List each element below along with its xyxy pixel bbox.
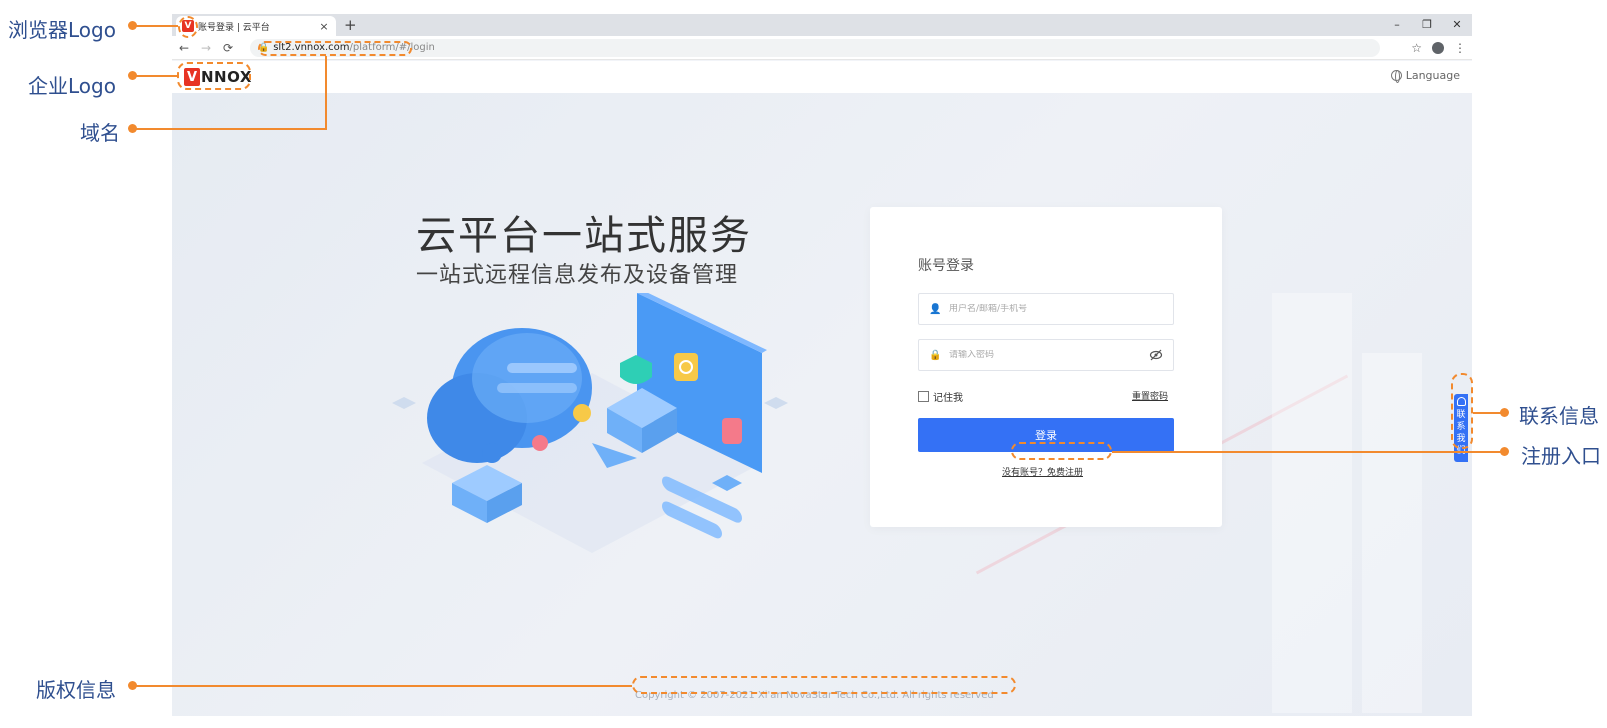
annotation-register-entry: 注册入口 — [1521, 444, 1601, 468]
username-field[interactable]: 👤 — [918, 293, 1174, 325]
copyright-highlight — [632, 676, 1016, 694]
user-icon: 👤 — [929, 303, 942, 315]
login-card: 账号登录 👤 🔒 记住我 — [870, 207, 1222, 527]
annotation-connector — [133, 25, 178, 27]
company-logo-highlight — [177, 62, 251, 90]
toolbar-actions: ☆ ⋮ — [1411, 36, 1466, 60]
thermometer-tile — [722, 418, 742, 444]
diamond-decoration — [392, 397, 416, 409]
annotated-screenshot: V 账号登录 | 云平台 × + – ❐ ✕ ← → ⟳ 🔒 slt2.vnno… — [0, 0, 1607, 728]
browser-tab[interactable]: V 账号登录 | 云平台 × — [176, 16, 336, 36]
remember-checkbox[interactable] — [918, 391, 929, 402]
settings-tile — [674, 353, 698, 381]
annotation-connector — [133, 685, 632, 687]
decorative-block — [1362, 353, 1422, 713]
tab-bar: V 账号登录 | 云平台 × + – ❐ ✕ — [172, 14, 1472, 36]
contact-highlight — [1451, 373, 1473, 449]
annotation-copyright-info: 版权信息 — [36, 678, 116, 702]
login-page-body: 云平台一站式服务 一站式远程信息发布及设备管理 账号登录 👤 用户名/邮箱/手机… — [172, 93, 1472, 716]
password-input[interactable] — [949, 350, 1173, 360]
annotation-contact-info: 联系信息 — [1519, 404, 1599, 428]
tab-title: 账号登录 | 云平台 — [198, 22, 270, 33]
domain-highlight — [258, 41, 412, 56]
lock-icon: 🔒 — [929, 349, 942, 361]
login-title: 账号登录 — [918, 258, 974, 274]
decorative-block — [1272, 293, 1352, 713]
annotation-connector — [1112, 451, 1503, 453]
annotation-connector — [1473, 412, 1503, 414]
cloud-bar — [507, 363, 577, 373]
remember-label: 记住我 — [933, 393, 963, 404]
annotation-connector — [133, 128, 327, 130]
language-label: Language — [1405, 69, 1460, 82]
reset-password-link[interactable]: 重置密码 — [1132, 389, 1168, 402]
annotation-browser-logo: 浏览器Logo — [8, 18, 116, 42]
person-figure — [482, 443, 502, 463]
language-switcher[interactable]: Language — [1390, 69, 1460, 83]
username-input[interactable] — [949, 304, 1173, 314]
back-icon[interactable]: ← — [174, 41, 194, 55]
annotation-domain: 域名 — [80, 121, 120, 145]
browser-menu-icon[interactable]: ⋮ — [1454, 41, 1466, 55]
address-bar[interactable]: 🔒 slt2.vnnox.com/platform/#/login — [250, 38, 1380, 57]
hero-title: 云平台一站式服务 — [416, 213, 752, 259]
annotation-connector — [133, 75, 177, 77]
annotation-company-logo: 企业Logo — [28, 74, 116, 98]
window-controls: – ❐ ✕ — [1382, 14, 1472, 36]
maximize-icon[interactable]: ❐ — [1412, 14, 1442, 36]
cloud-bar — [497, 383, 577, 393]
new-tab-button[interactable]: + — [344, 16, 357, 34]
check-badge-icon — [573, 404, 591, 422]
tab-close-icon[interactable]: × — [318, 20, 330, 33]
cloud-illustration — [392, 293, 788, 553]
close-window-icon[interactable]: ✕ — [1442, 14, 1472, 36]
reload-icon[interactable]: ⟳ — [218, 41, 238, 55]
register-highlight — [1011, 442, 1112, 460]
remember-me[interactable]: 记住我 — [918, 389, 963, 404]
bookmark-star-icon[interactable]: ☆ — [1411, 41, 1422, 55]
annotation-connector — [325, 56, 327, 129]
location-pin-icon — [532, 435, 548, 451]
minimize-icon[interactable]: – — [1382, 14, 1412, 36]
password-field[interactable]: 🔒 — [918, 339, 1174, 371]
register-link[interactable]: 没有账号？免费注册 — [1002, 465, 1083, 478]
site-header: V NNOX Language — [172, 61, 1472, 93]
globe-icon — [1390, 70, 1402, 83]
browser-logo-highlight — [178, 16, 198, 38]
eye-off-icon[interactable] — [1149, 348, 1163, 362]
diamond-decoration — [764, 397, 788, 409]
cloud-highlight — [472, 333, 582, 423]
hero-subtitle: 一站式远程信息发布及设备管理 — [416, 263, 739, 288]
forward-icon[interactable]: → — [196, 41, 216, 55]
browser-window: V 账号登录 | 云平台 × + – ❐ ✕ ← → ⟳ 🔒 slt2.vnno… — [172, 14, 1472, 716]
profile-icon[interactable] — [1432, 42, 1444, 54]
